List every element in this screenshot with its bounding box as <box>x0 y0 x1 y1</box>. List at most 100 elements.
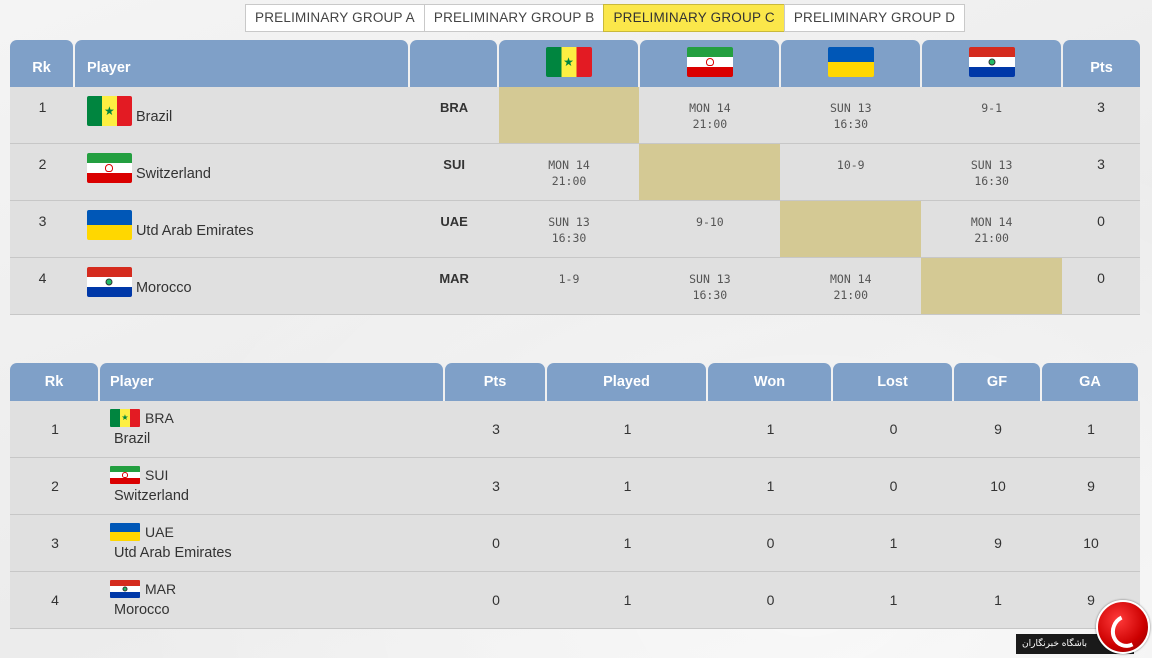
match-line-2: 16:30 <box>551 231 587 245</box>
player-cell: Utd Arab Emirates <box>75 201 410 257</box>
results-header: Rk Player Pts <box>10 40 1140 87</box>
tab-preliminary-group-a[interactable]: PRELIMINARY GROUP A <box>245 4 425 32</box>
goals-for: 9 <box>994 421 1002 437</box>
match-line-1: SUN 13 <box>970 158 1013 172</box>
tab-preliminary-group-d[interactable]: PRELIMINARY GROUP D <box>783 4 966 32</box>
standings-header: Rk Player Pts Played Won Lost GF GA <box>10 363 1140 401</box>
flag-paraguay-icon <box>968 47 1015 77</box>
played: 1 <box>623 535 632 551</box>
table-row: 2 SUI Switzerland 3 1 1 0 10 9 <box>10 458 1140 515</box>
match-line-1: MON 14 <box>689 101 731 115</box>
lost: 1 <box>889 592 898 608</box>
flag-iran-icon <box>110 466 140 484</box>
team-code: MAR <box>439 271 469 286</box>
match-line-2: 16:30 <box>833 117 869 131</box>
player-name[interactable]: Brazil <box>114 431 150 447</box>
group-tabs: PRELIMINARY GROUP A PRELIMINARY GROUP B … <box>245 4 966 32</box>
table-row: 3 UAE Utd Arab Emirates 0 1 0 1 9 10 <box>10 515 1140 572</box>
header-lost: Lost <box>833 363 952 401</box>
flag-ukraine-icon <box>827 47 874 77</box>
flag-iran-icon <box>86 153 132 183</box>
match-line-1: SUN 13 <box>689 272 731 286</box>
match-cell[interactable]: MON 14 21:00 <box>780 258 921 314</box>
match-line-1: 9-1 <box>981 101 1003 115</box>
header-pts: Pts <box>445 363 545 401</box>
player-name[interactable]: Utd Arab Emirates <box>114 545 232 561</box>
rank: 3 <box>51 535 59 551</box>
header-flag-col-3 <box>781 40 920 87</box>
match-cell[interactable]: 9-1 <box>921 87 1062 143</box>
table-row: 4 MAR Morocco 0 1 0 1 1 9 <box>10 572 1140 629</box>
player-cell: UAE Utd Arab Emirates <box>100 515 445 571</box>
won: 1 <box>766 478 775 494</box>
rank: 3 <box>38 213 47 229</box>
match-cell[interactable]: 1-9 <box>499 258 640 314</box>
team-code: SUI <box>443 157 465 172</box>
points: 0 <box>1097 270 1105 286</box>
table-row: 4 Morocco MAR 1-9 SUN 13 16:30 MON 14 21:0… <box>10 258 1140 315</box>
watermark-logo: باشگاه خبرنگاران <box>1012 600 1152 658</box>
table-row: 3 Utd Arab Emirates UAE SUN 13 16:30 9-10… <box>10 201 1140 258</box>
rank: 2 <box>51 478 59 494</box>
match-line-2: 21:00 <box>974 231 1009 245</box>
won: 0 <box>766 535 775 551</box>
player-name[interactable]: Morocco <box>136 267 192 296</box>
player-name[interactable]: Switzerland <box>136 153 211 182</box>
team-code: UAE <box>145 524 174 540</box>
match-line-2: 21:00 <box>551 174 587 188</box>
match-line-1: MON 14 <box>970 215 1013 229</box>
team-code: BRA <box>145 410 174 426</box>
flag-senegal-icon <box>110 409 140 427</box>
points: 3 <box>1097 156 1105 172</box>
player-cell: Morocco <box>75 258 410 314</box>
won: 0 <box>766 592 775 608</box>
match-line-2: 21:00 <box>833 288 869 302</box>
table-row: 1 Brazil BRA MON 14 21:00 SUN 13 16:30 9-1… <box>10 87 1140 144</box>
team-code: MAR <box>145 581 177 597</box>
rank: 4 <box>38 270 47 286</box>
rank: 2 <box>38 156 47 172</box>
header-ga: GA <box>1042 363 1138 401</box>
rank: 1 <box>38 99 47 115</box>
player-cell: Switzerland <box>75 144 410 200</box>
tab-preliminary-group-b[interactable]: PRELIMINARY GROUP B <box>423 4 605 32</box>
header-flag-col-1 <box>499 40 638 87</box>
match-cell-self <box>921 258 1063 314</box>
table-row: 2 Switzerland SUI MON 14 21:00 10-9 SUN 1… <box>10 144 1140 201</box>
match-cell[interactable]: MON 14 21:00 <box>639 87 780 143</box>
match-cell-self <box>780 201 922 257</box>
match-cell[interactable]: SUN 13 16:30 <box>921 144 1062 200</box>
match-cell[interactable]: SUN 13 16:30 <box>639 258 780 314</box>
player-name[interactable]: Brazil <box>136 96 172 125</box>
team-code: SUI <box>145 467 169 483</box>
flag-ukraine-icon <box>110 523 140 541</box>
header-rk: Rk <box>10 363 98 401</box>
match-cell[interactable]: SUN 13 16:30 <box>780 87 921 143</box>
match-cell[interactable]: MON 14 21:00 <box>921 201 1062 257</box>
points: 3 <box>492 478 500 494</box>
match-cell[interactable]: 10-9 <box>780 144 921 200</box>
tab-preliminary-group-c[interactable]: PRELIMINARY GROUP C <box>603 4 785 32</box>
match-line-1: SUN 13 <box>829 101 872 115</box>
player-name[interactable]: Morocco <box>114 602 170 618</box>
team-code: UAE <box>440 214 468 229</box>
points: 0 <box>1097 213 1105 229</box>
match-cell[interactable]: SUN 13 16:30 <box>499 201 640 257</box>
header-code <box>410 40 497 87</box>
player-name[interactable]: Switzerland <box>114 488 189 504</box>
played: 1 <box>623 592 632 608</box>
results-table: Rk Player Pts 1 Brazil BRA MON 14 21:00 S… <box>10 40 1140 315</box>
player-name[interactable]: Utd Arab Emirates <box>136 210 254 239</box>
brand-logo-icon <box>1096 600 1150 654</box>
match-cell[interactable]: MON 14 21:00 <box>499 144 640 200</box>
match-cell-self <box>639 144 781 200</box>
match-line-1: 10-9 <box>836 158 865 172</box>
goals-for: 9 <box>994 535 1002 551</box>
team-code: BRA <box>440 100 469 115</box>
won: 1 <box>766 421 775 437</box>
match-cell[interactable]: 9-10 <box>639 201 780 257</box>
lost: 0 <box>889 478 898 494</box>
match-line-1: MON 14 <box>548 158 590 172</box>
standings-table: Rk Player Pts Played Won Lost GF GA 1 BR… <box>10 363 1140 629</box>
flag-senegal-icon <box>545 47 592 77</box>
